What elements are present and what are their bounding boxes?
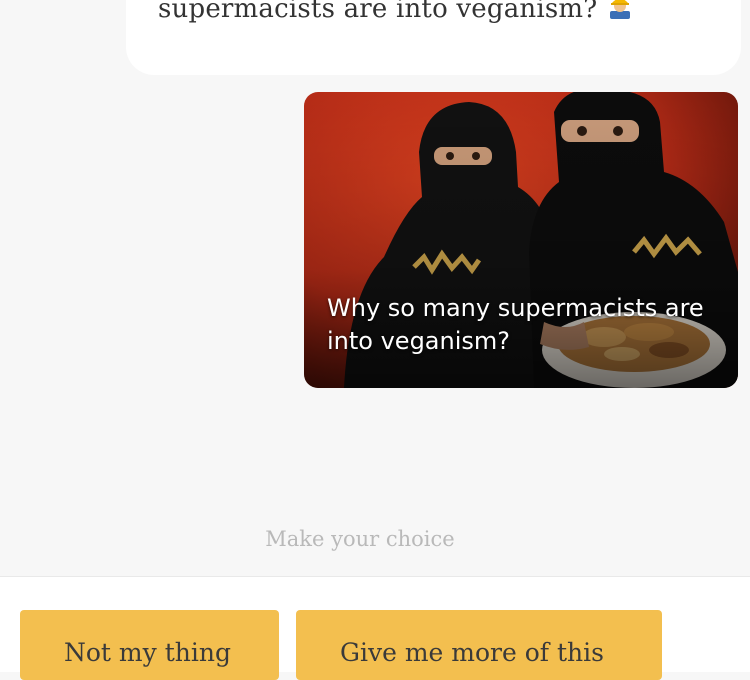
message-text: supermacists are into veganism? xyxy=(158,0,598,24)
media-card[interactable]: Why so many supermacists are into vegani… xyxy=(304,92,738,388)
choice-prompt: Make your choice xyxy=(265,527,455,551)
chat-area: supermacists are into veganism? Why so m… xyxy=(0,0,750,576)
message-bubble: supermacists are into veganism? xyxy=(126,0,741,75)
worker-emoji-icon xyxy=(607,0,633,19)
choice-panel: Not my thing Give me more of this xyxy=(0,577,750,680)
media-caption: Why so many supermacists are into vegani… xyxy=(327,294,704,355)
message-text-row: supermacists are into veganism? xyxy=(158,0,633,24)
give-me-more-button[interactable]: Give me more of this xyxy=(296,610,662,680)
not-my-thing-button[interactable]: Not my thing xyxy=(20,610,279,680)
